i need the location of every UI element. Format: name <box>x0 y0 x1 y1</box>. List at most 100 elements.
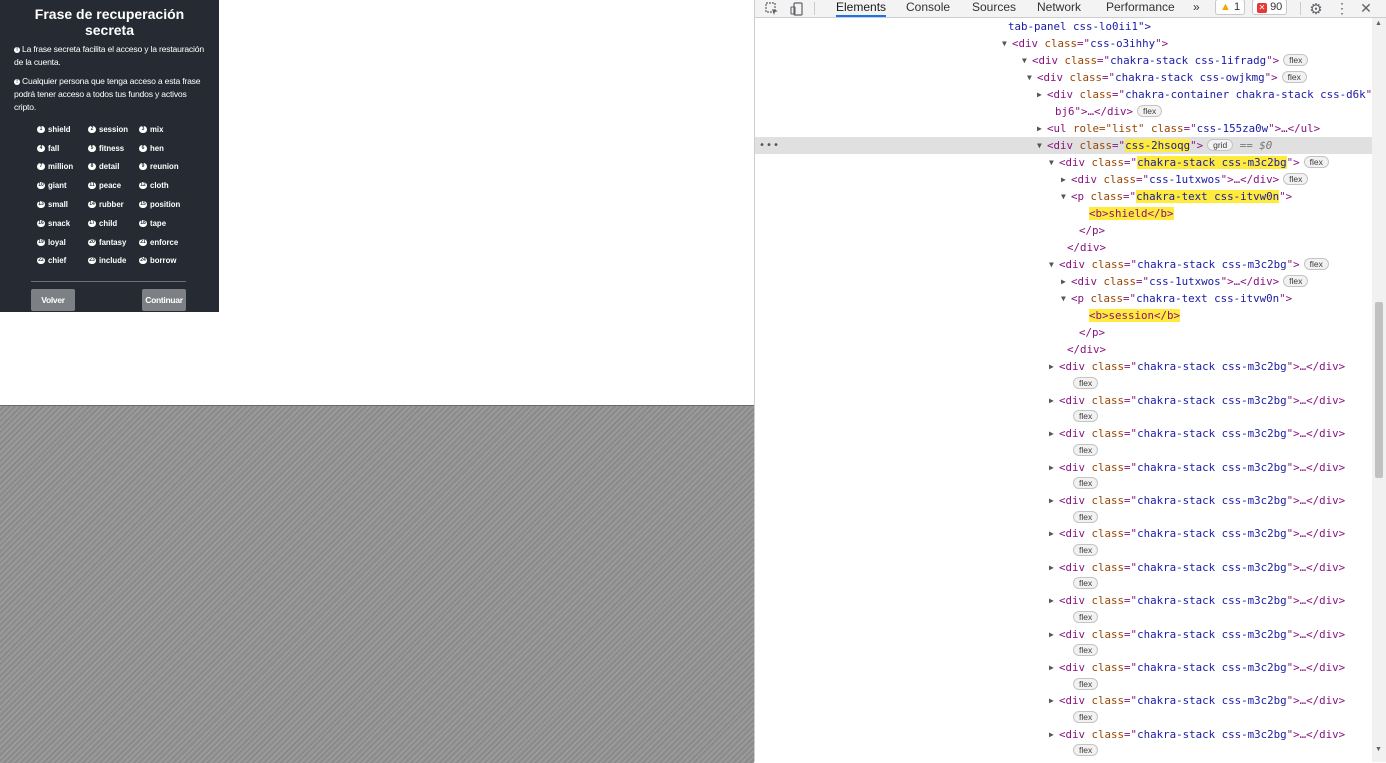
dom-node[interactable]: </div> <box>755 341 1372 358</box>
errors-counter[interactable]: ✕ 90 <box>1252 0 1288 15</box>
dom-node[interactable]: ▶ <div class="chakra-stack css-m3c2bg">…<… <box>755 726 1372 743</box>
dom-node[interactable]: ▶ <div class="chakra-stack css-m3c2bg">…<… <box>755 425 1372 442</box>
seed-word-text: hen <box>150 143 164 153</box>
seed-word-text: rubber <box>99 200 124 210</box>
panel-title: Frase de recuperación secreta <box>34 6 185 38</box>
layout-badge[interactable]: grid <box>1207 139 1234 151</box>
seed-word-text: shield <box>48 124 71 134</box>
seed-word: 14 rubber <box>88 195 139 214</box>
dom-node[interactable]: ▶ <div class="chakra-stack css-m3c2bg">…<… <box>755 459 1372 476</box>
tab-network[interactable]: Network <box>1037 0 1081 17</box>
dom-node[interactable]: ▼ <div class="chakra-stack css-m3c2bg"> fl… <box>755 256 1372 273</box>
layout-badge[interactable]: flex <box>1073 744 1099 757</box>
dom-node[interactable]: flex <box>755 475 1372 492</box>
kebab-menu-icon[interactable]: ⋮ <box>1335 0 1349 17</box>
layout-badge[interactable]: flex <box>1281 71 1307 83</box>
layout-badge[interactable]: flex <box>1073 711 1099 723</box>
layout-badge[interactable]: flex <box>1283 173 1309 185</box>
dom-node[interactable]: flex <box>755 642 1372 659</box>
warnings-counter[interactable]: ▲ 1 <box>1215 0 1246 15</box>
layout-badge[interactable]: flex <box>1137 105 1163 117</box>
layout-badge[interactable]: flex <box>1073 410 1099 423</box>
layout-badge[interactable]: flex <box>1073 443 1099 456</box>
dom-node[interactable]: ▼ <div class="chakra-stack css-1ifradg"> f… <box>755 52 1372 69</box>
layout-badge[interactable]: flex <box>1283 54 1309 66</box>
dom-node[interactable]: ▶ <div class="css-1utxwos">…</div> flex <box>755 273 1372 290</box>
layout-badge[interactable]: flex <box>1073 477 1099 490</box>
layout-badge[interactable]: flex <box>1073 544 1099 556</box>
dom-node[interactable]: flex <box>755 408 1372 425</box>
layout-badge[interactable]: flex <box>1073 577 1099 590</box>
dom-node[interactable]: flex <box>755 742 1372 759</box>
scroll-thumb[interactable] <box>1375 302 1383 478</box>
dom-node[interactable]: flex <box>755 609 1372 626</box>
info-line-1: ! La frase secreta facilita el acceso y l… <box>14 43 205 69</box>
more-tabs-button[interactable]: » <box>1193 0 1200 17</box>
layout-badge[interactable]: flex <box>1073 644 1099 657</box>
tab-sources[interactable]: Sources <box>972 0 1016 17</box>
dom-node[interactable]: ▼ <div class="chakra-stack css-m3c2bg"> fl… <box>755 154 1372 171</box>
dom-node[interactable]: ▶ <div class="chakra-stack css-m3c2bg">…<… <box>755 626 1372 643</box>
dom-node[interactable]: ▶ <div class="chakra-stack css-m3c2bg">…<… <box>755 559 1372 576</box>
seed-word: 10 giant <box>37 176 88 195</box>
layout-badge[interactable]: flex <box>1303 156 1329 168</box>
scroll-up-icon[interactable]: ▲ <box>1375 20 1382 27</box>
dom-node[interactable]: <b>session</b> <box>755 307 1372 324</box>
seed-word: 17 child <box>88 214 139 233</box>
layout-badge[interactable]: flex <box>1303 258 1329 270</box>
dom-node[interactable]: </div> <box>755 239 1372 256</box>
layout-badge[interactable]: flex <box>1073 610 1099 623</box>
dom-node[interactable]: ▼ <p class="chakra-text css-itvw0n"> <box>755 188 1372 205</box>
tab-console[interactable]: Console <box>906 0 950 17</box>
dom-node[interactable]: flex <box>755 542 1372 559</box>
dom-node[interactable]: flex <box>755 375 1372 392</box>
device-toolbar-icon[interactable] <box>789 0 805 17</box>
dom-node[interactable]: flex <box>755 509 1372 526</box>
info-icon: ! <box>14 47 20 53</box>
dom-node[interactable]: <b>shield</b> <box>755 205 1372 222</box>
dom-node-selected[interactable]: ••• ▼ <div class="css-2hsoqg"> grid == $0 <box>755 137 1372 154</box>
dom-node[interactable]: flex <box>755 575 1372 592</box>
dom-node[interactable]: ▶ <div class="chakra-stack css-m3c2bg">…<… <box>755 492 1372 509</box>
dom-node[interactable]: ▶ <div class="chakra-stack css-m3c2bg">…<… <box>755 692 1372 709</box>
dom-node[interactable]: flex <box>755 676 1372 693</box>
info-text-1: La frase secreta facilita el acceso y la… <box>14 44 204 67</box>
dom-tree[interactable]: tab-panel css-lo0ii1"> ▼ <div class="css-o… <box>755 18 1372 762</box>
dom-tree-scrollbar[interactable]: ▲ ▼ <box>1372 18 1386 762</box>
dom-node[interactable]: ▼ <div class="chakra-stack css-owjkmg"> fl… <box>755 69 1372 86</box>
scroll-down-icon[interactable]: ▼ <box>1375 746 1382 753</box>
layout-badge[interactable]: flex <box>1073 510 1099 523</box>
dom-node[interactable]: ▶ <div class="chakra-stack css-m3c2bg">…<… <box>755 659 1372 676</box>
tab-elements[interactable]: Elements <box>836 0 887 17</box>
dom-node[interactable]: </p> <box>755 222 1372 239</box>
layout-badge[interactable]: flex <box>1073 377 1099 389</box>
seed-word-text: include <box>99 256 127 266</box>
dom-node[interactable]: ▶ <ul role="list" class="css-155za0w">…</… <box>755 120 1372 137</box>
seed-word: 18 tape <box>139 214 190 233</box>
dom-node[interactable]: ▶ <div class="chakra-container chakra-sta… <box>755 86 1372 103</box>
dom-node[interactable]: bj6">…</div> flex <box>755 103 1372 120</box>
back-button[interactable]: Volver <box>31 289 75 311</box>
layout-badge[interactable]: flex <box>1073 677 1099 690</box>
dom-node[interactable]: flex <box>755 709 1372 726</box>
dom-node[interactable]: tab-panel css-lo0ii1"> <box>755 18 1372 35</box>
seed-word-text: mix <box>150 124 164 134</box>
dom-node[interactable]: ▶ <div class="css-1utxwos">…</div> flex <box>755 171 1372 188</box>
seed-word-number: 13 <box>37 201 45 209</box>
dom-node[interactable]: ▶ <div class="chakra-stack css-m3c2bg">…<… <box>755 525 1372 542</box>
dom-node[interactable]: ▶ <div class="chakra-stack css-m3c2bg">…<… <box>755 392 1372 409</box>
close-icon[interactable]: ✕ <box>1357 0 1375 17</box>
gear-icon[interactable]: ⚙ <box>1307 0 1325 18</box>
layout-badge[interactable]: flex <box>1283 275 1309 287</box>
dom-node[interactable]: ▶ <div class="chakra-stack css-m3c2bg">…<… <box>755 358 1372 375</box>
dom-node[interactable]: flex <box>755 442 1372 459</box>
dom-node[interactable]: ▶ <div class="chakra-stack css-m3c2bg">…<… <box>755 592 1372 609</box>
inspect-element-icon[interactable] <box>764 0 780 17</box>
dom-node[interactable]: ▼ <div class="css-o3ihhy"> <box>755 35 1372 52</box>
seed-word-number: 2 <box>88 125 96 133</box>
dom-node[interactable]: </p> <box>755 324 1372 341</box>
recovery-phrase-panel: Frase de recuperación secreta ! La frase … <box>0 0 219 312</box>
tab-performance[interactable]: Performance <box>1106 0 1175 17</box>
continue-button[interactable]: Continuar <box>142 289 186 311</box>
dom-node[interactable]: ▼ <p class="chakra-text css-itvw0n"> <box>755 290 1372 307</box>
